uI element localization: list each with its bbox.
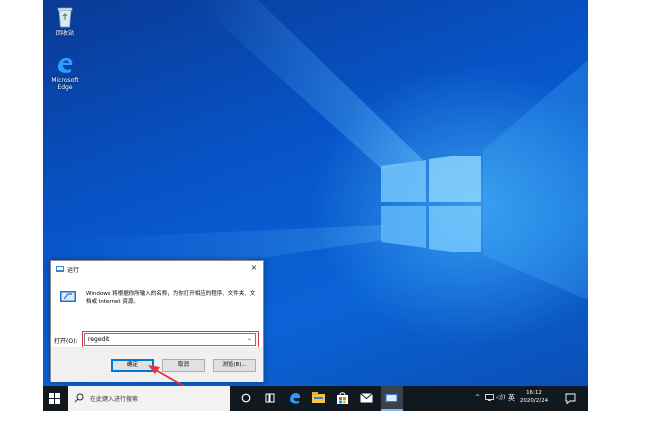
clock-date: 2020/2/24	[519, 398, 549, 404]
run-app-icon	[385, 393, 398, 403]
open-label: 打开(O):	[54, 338, 78, 345]
desktop-icon-edge[interactable]: Microsoft Edge	[45, 55, 85, 91]
windows-start-icon[interactable]	[49, 393, 60, 404]
open-input[interactable]: regedit ⌄	[84, 333, 256, 346]
close-button[interactable]: ×	[249, 263, 259, 273]
open-input-value[interactable]: regedit	[88, 336, 109, 343]
dialog-description: Windows 将根据你所输入的名称，为你打开相应的程序、文件夹、文档或 Int…	[86, 291, 256, 305]
file-explorer-icon[interactable]	[312, 392, 325, 404]
dialog-body: Windows 将根据你所输入的名称，为你打开相应的程序、文件夹、文档或 Int…	[51, 276, 263, 348]
edge-icon	[58, 57, 73, 73]
run-app-icon	[56, 266, 64, 272]
desktop-icon-label: 回收站	[55, 30, 74, 37]
windows-logo	[381, 156, 481, 252]
desktop-icon-recycle-bin[interactable]: 回收站	[45, 6, 85, 37]
chevron-down-icon[interactable]: ⌄	[247, 335, 252, 342]
mail-icon[interactable]	[360, 393, 373, 403]
search-placeholder: 在此键入进行搜索	[90, 396, 139, 403]
network-icon[interactable]	[485, 394, 494, 401]
notification-center-icon[interactable]	[565, 393, 576, 404]
recycle-bin-icon	[57, 7, 73, 28]
clock-time: 16:12	[526, 390, 542, 396]
volume-icon[interactable]: ◁))	[496, 394, 505, 401]
dialog-title: 运行	[67, 267, 80, 274]
store-icon[interactable]	[336, 391, 349, 405]
dialog-title-bar[interactable]: 运行 ×	[51, 261, 263, 276]
search-icon	[74, 393, 84, 403]
tray-overflow-chevron[interactable]: ^	[475, 394, 480, 401]
taskbar-search-box[interactable]: 在此键入进行搜索	[68, 386, 230, 411]
desktop-icon-label: Microsoft Edge	[51, 77, 79, 91]
run-taskbar-button[interactable]	[381, 386, 403, 411]
edge-taskbar-icon[interactable]	[288, 391, 302, 405]
cortana-icon[interactable]	[241, 393, 251, 403]
run-dialog-icon	[60, 291, 76, 302]
task-view-icon[interactable]	[265, 393, 275, 403]
taskbar-clock[interactable]: 16:12 2020/2/24	[514, 389, 554, 405]
taskbar: 在此键入进行搜索 ^ ◁)) 英 16:12 2020/2/24	[43, 386, 588, 411]
